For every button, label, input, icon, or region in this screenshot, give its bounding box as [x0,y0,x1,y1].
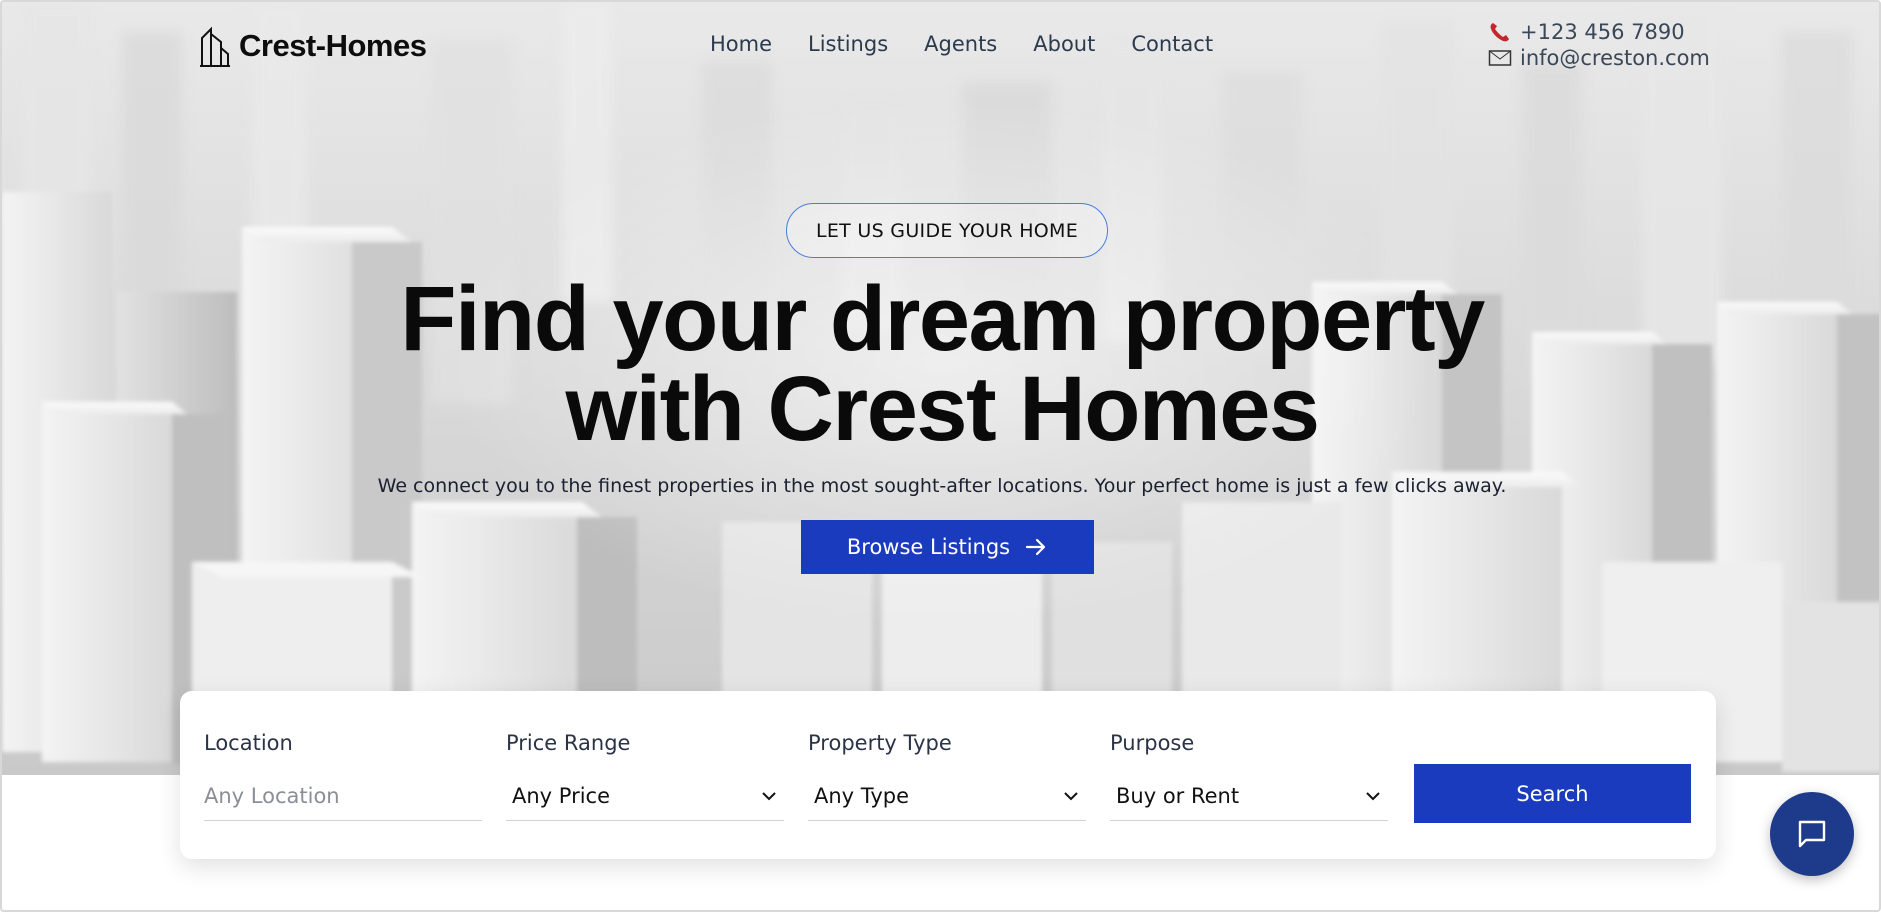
arrow-right-icon [1026,538,1046,556]
phone-row[interactable]: +123 456 7890 [1488,19,1710,45]
nav-home[interactable]: Home [710,32,772,56]
tagline-badge: LET US GUIDE YOUR HOME [786,203,1108,258]
location-input[interactable]: Any Location [204,771,482,821]
nav-contact[interactable]: Contact [1131,32,1213,56]
property-type-label: Property Type [808,731,952,755]
price-range-label: Price Range [506,731,631,755]
nav-about[interactable]: About [1033,32,1095,56]
chevron-down-icon [762,791,776,800]
phone-number: +123 456 7890 [1520,20,1685,44]
chat-bubble-icon [1798,820,1826,848]
page-frame: Crest-Homes Home Listings Agents About C… [0,0,1881,912]
brand-logo[interactable]: Crest-Homes [199,24,427,68]
purpose-select[interactable]: Buy or Rent [1110,771,1388,821]
browse-listings-label: Browse Listings [846,535,1011,559]
purpose-value: Buy or Rent [1116,783,1240,808]
location-field: Location Any Location [204,731,482,821]
contact-info: +123 456 7890 info@creston.com [1488,19,1710,71]
house-logo-icon [200,26,230,67]
email-address: info@creston.com [1520,46,1710,70]
property-type-select[interactable]: Any Type [808,771,1086,821]
chevron-down-icon [1366,791,1380,800]
nav-agents[interactable]: Agents [924,32,997,56]
property-type-value: Any Type [814,783,910,808]
property-type-field: Property Type Any Type [808,731,1086,821]
property-search-panel: Location Any Location Price Range Any Pr… [180,691,1716,859]
search-button[interactable]: Search [1414,764,1691,823]
headline-line-2: with Crest Homes [565,358,1320,460]
hero-subtext: We connect you to the finest properties … [377,475,1507,497]
price-range-select[interactable]: Any Price [506,771,784,821]
chat-button[interactable] [1770,792,1854,876]
top-navigation: Crest-Homes Home Listings Agents About C… [2,2,1879,92]
hero-headline: Find your dream property with Crest Home… [342,273,1542,455]
price-range-field: Price Range Any Price [506,731,784,821]
email-row[interactable]: info@creston.com [1488,45,1710,71]
mail-icon [1488,50,1512,66]
phone-icon [1490,23,1509,42]
nav-listings[interactable]: Listings [808,32,888,56]
price-range-value: Any Price [512,783,611,808]
purpose-field: Purpose Buy or Rent [1110,731,1388,821]
location-label: Location [204,731,293,755]
headline-line-1: Find your dream property [400,268,1485,370]
purpose-label: Purpose [1110,731,1195,755]
brand-name: Crest-Homes [239,28,427,63]
main-menu: Home Listings Agents About Contact [710,32,1249,56]
chevron-down-icon [1064,791,1078,800]
browse-listings-button[interactable]: Browse Listings [801,520,1094,574]
